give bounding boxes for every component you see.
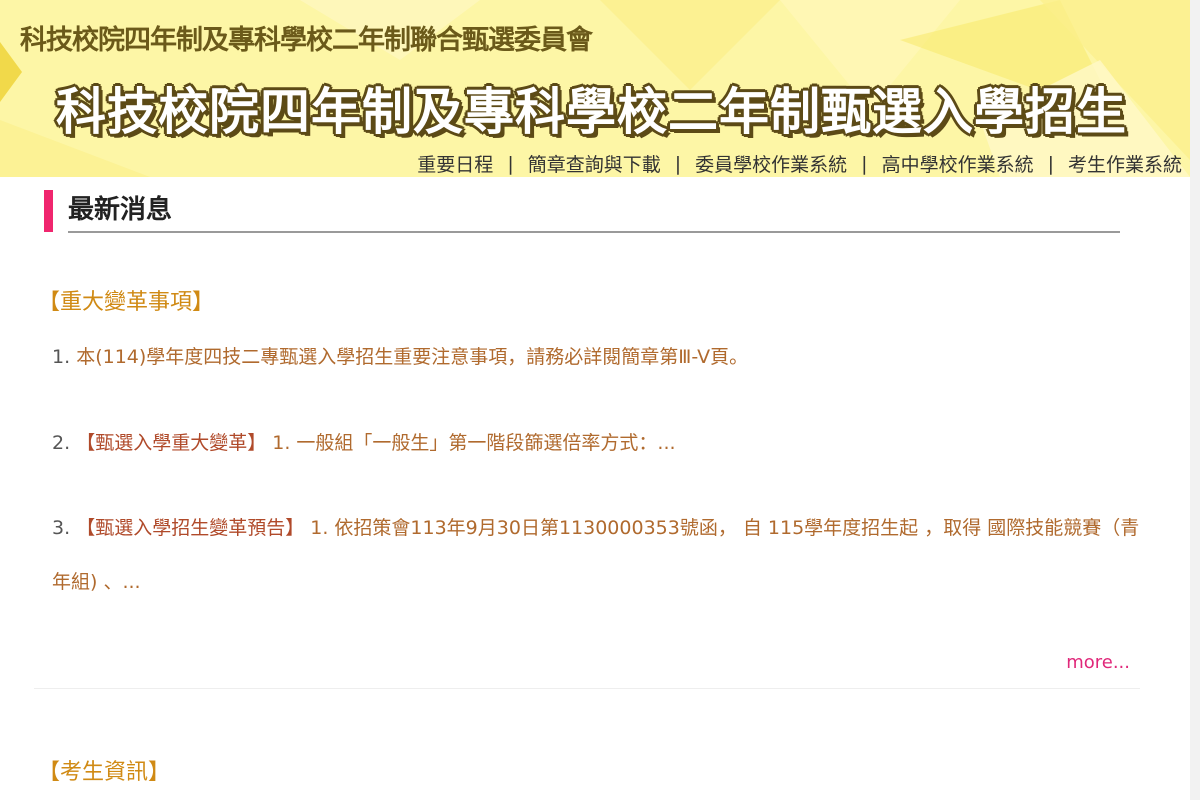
news-item-text[interactable]: 1. 一般組「一般生」第一階段篩選倍率方式：... — [272, 432, 675, 454]
banner-subtitle: 科技校院四年制及專科學校二年制聯合甄選委員會 — [20, 25, 593, 56]
nav-item-high-school-system[interactable]: 高中學校作業系統 — [882, 150, 1034, 177]
banner-title: 科技校院四年制及專科學校二年制甄選入學招生 — [56, 83, 1127, 141]
section-accent-bar — [44, 190, 53, 232]
nav-separator: | — [861, 152, 868, 175]
news-item-number: 2. — [52, 432, 71, 454]
category-title-major-changes: 【重大變革事項】 — [38, 290, 215, 315]
banner-arrow-icon — [0, 42, 22, 102]
section-divider — [34, 688, 1140, 689]
news-item[interactable]: 2. 【甄選入學重大變革】 1. 一般組「一般生」第一階段篩選倍率方式：... — [52, 416, 1142, 470]
section-underline — [68, 231, 1120, 233]
news-item-number: 1. — [52, 346, 71, 368]
news-item-tag[interactable]: 【甄選入學招生變革預告】 — [76, 517, 304, 539]
page: 科技校院四年制及專科學校二年制聯合甄選委員會 科技校院四年制及專科學校二年制甄選… — [0, 0, 1190, 800]
nav-item-brochure[interactable]: 簡章查詢與下載 — [528, 150, 661, 177]
news-item[interactable]: 3. 【甄選入學招生變革預告】 1. 依招策會113年9月30日第1130000… — [52, 501, 1142, 609]
category-title-student-info: 【考生資訊】 — [38, 760, 171, 785]
nav-separator: | — [1047, 152, 1054, 175]
news-item-number: 3. — [52, 517, 71, 539]
nav-item-student-system[interactable]: 考生作業系統 — [1068, 150, 1182, 177]
nav-item-member-school-system[interactable]: 委員學校作業系統 — [695, 150, 847, 177]
nav-separator: | — [507, 152, 514, 175]
nav-item-schedule[interactable]: 重要日程 — [417, 150, 493, 177]
news-item-text[interactable]: 本(114)學年度四技二專甄選入學招生重要注意事項，請務必詳閱簡章第Ⅲ-V頁。 — [76, 346, 748, 368]
news-item[interactable]: 1. 本(114)學年度四技二專甄選入學招生重要注意事項，請務必詳閱簡章第Ⅲ-V… — [52, 330, 1142, 384]
scrollbar-track[interactable] — [1190, 0, 1200, 800]
more-link[interactable]: more... — [1066, 652, 1130, 673]
news-item-tag[interactable]: 【甄選入學重大變革】 — [76, 432, 266, 454]
header-banner: 科技校院四年制及專科學校二年制聯合甄選委員會 科技校院四年制及專科學校二年制甄選… — [0, 0, 1190, 177]
top-nav: 重要日程 | 簡章查詢與下載 | 委員學校作業系統 | 高中學校作業系統 | 考… — [417, 150, 1182, 177]
nav-separator: | — [674, 152, 682, 175]
section-title: 最新消息 — [68, 195, 173, 225]
